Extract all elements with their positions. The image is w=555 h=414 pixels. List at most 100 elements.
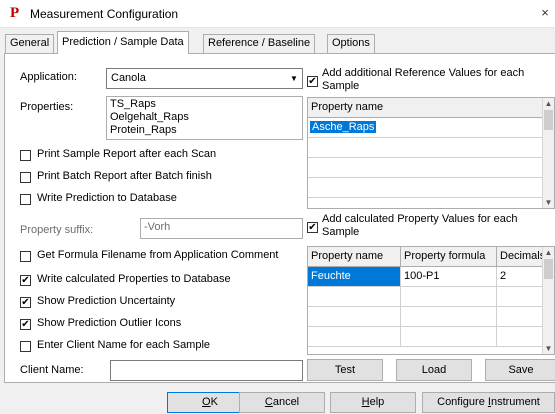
checkbox-label: Add additional Reference Values for each…: [322, 67, 524, 93]
show-prediction-uncertainty-checkbox[interactable]: ✔ Show Prediction Uncertainty: [20, 295, 305, 309]
table-cell[interactable]: [308, 327, 401, 347]
checkbox-box[interactable]: ✔: [20, 319, 31, 330]
checkbox-label: Print Batch Report after Batch finish: [37, 170, 212, 182]
add-reference-values-checkbox[interactable]: ✔ Add additional Reference Values for ea…: [307, 67, 551, 95]
client-name-input[interactable]: [110, 360, 303, 381]
checkbox-label: Add calculated Property Values for each …: [322, 213, 517, 239]
write-calculated-properties-checkbox[interactable]: ✔ Write calculated Properties to Databas…: [20, 273, 305, 287]
tab-prediction-sample-data[interactable]: Prediction / Sample Data: [57, 31, 189, 54]
ok-label-rest: K: [210, 396, 218, 408]
checkbox-label: Enter Client Name for each Sample: [37, 339, 211, 351]
checkbox-box[interactable]: [20, 150, 31, 161]
title-bar: P Measurement Configuration ×: [0, 0, 555, 28]
application-select[interactable]: Canola ▼: [106, 68, 303, 89]
tab-options[interactable]: Options: [327, 34, 375, 53]
help-button[interactable]: Help: [330, 392, 416, 413]
scroll-thumb[interactable]: [544, 110, 553, 130]
column-header-property-formula[interactable]: Property formula: [401, 247, 497, 267]
add-calculated-values-checkbox[interactable]: ✔ Add calculated Property Values for eac…: [307, 213, 551, 241]
checkbox-box[interactable]: [20, 251, 31, 262]
tab-label: General: [10, 37, 50, 49]
table-row[interactable]: [308, 158, 544, 178]
table-cell[interactable]: [308, 307, 401, 327]
checkbox-label-line: Sample: [322, 226, 360, 238]
get-formula-filename-checkbox[interactable]: Get Formula Filename from Application Co…: [20, 249, 305, 263]
table-cell[interactable]: [497, 327, 544, 347]
configure-instrument-button[interactable]: Configure Instrument: [422, 392, 555, 413]
list-item[interactable]: Oelgehalt_Raps: [110, 111, 299, 124]
window-title: Measurement Configuration: [30, 7, 179, 21]
calculated-values-grid[interactable]: Property name Property formula Decimals …: [307, 246, 555, 355]
scroll-down-icon[interactable]: ▼: [543, 197, 554, 208]
checkbox-label-line: Add calculated Property Values for each: [322, 213, 518, 225]
cancel-label-rest: ancel: [272, 396, 300, 408]
checkbox-box[interactable]: [20, 194, 31, 205]
list-item[interactable]: Protein_Raps: [110, 124, 299, 137]
show-prediction-outlier-icons-checkbox[interactable]: ✔ Show Prediction Outlier Icons: [20, 317, 305, 331]
table-cell[interactable]: [401, 287, 497, 307]
property-suffix-input[interactable]: -Vorh: [140, 218, 303, 239]
table-cell[interactable]: [497, 287, 544, 307]
help-accel: H: [361, 396, 370, 408]
table-row[interactable]: Asche_Raps: [308, 118, 544, 138]
help-label-rest: elp: [369, 396, 385, 408]
table-row[interactable]: [308, 138, 544, 158]
test-button[interactable]: Test: [307, 359, 383, 381]
table-cell[interactable]: 100-P1: [401, 267, 497, 287]
table-cell[interactable]: Feuchte: [308, 267, 401, 287]
properties-list[interactable]: TS_Raps Oelgehalt_Raps Protein_Raps: [106, 96, 303, 140]
checkbox-box[interactable]: ✔: [20, 275, 31, 286]
tab-label: Options: [332, 37, 370, 49]
cancel-button[interactable]: Cancel: [239, 392, 325, 413]
cancel-accel: C: [264, 396, 273, 408]
scroll-up-icon[interactable]: ▲: [543, 98, 554, 109]
column-header-property-name[interactable]: Property name: [308, 247, 401, 267]
checkbox-box[interactable]: ✔: [307, 222, 318, 233]
tab-label: Reference / Baseline: [208, 37, 311, 49]
checkbox-label: Write calculated Properties to Database: [37, 273, 231, 285]
ok-accel: O: [202, 396, 211, 408]
print-batch-report-checkbox[interactable]: Print Batch Report after Batch finish: [20, 170, 300, 184]
checkbox-label: Get Formula Filename from Application Co…: [37, 249, 279, 261]
tab-general[interactable]: General: [5, 34, 55, 53]
application-label: Application:: [20, 71, 77, 83]
checkbox-label: Print Sample Report after each Scan: [37, 148, 217, 160]
properties-label: Properties:: [20, 101, 74, 113]
enter-client-name-checkbox[interactable]: Enter Client Name for each Sample: [20, 339, 305, 353]
client-name-label: Client Name:: [20, 364, 84, 376]
checkbox-label: Show Prediction Uncertainty: [37, 295, 176, 307]
column-header-decimals[interactable]: Decimals: [497, 247, 545, 267]
print-sample-report-checkbox[interactable]: Print Sample Report after each Scan: [20, 148, 300, 162]
checkbox-label-line: Add additional Reference Values for each: [322, 67, 525, 79]
column-header-property-name[interactable]: Property name: [308, 98, 544, 118]
close-icon[interactable]: ×: [536, 4, 554, 22]
table-cell[interactable]: [401, 327, 497, 347]
checkbox-box[interactable]: [20, 172, 31, 183]
table-cell[interactable]: [401, 307, 497, 327]
table-cell[interactable]: Asche_Raps: [310, 121, 377, 133]
vertical-scrollbar[interactable]: ▲ ▼: [542, 98, 554, 208]
checkbox-box[interactable]: [20, 341, 31, 352]
write-prediction-checkbox[interactable]: Write Prediction to Database: [20, 192, 300, 206]
list-item[interactable]: TS_Raps: [110, 98, 299, 111]
property-suffix-label: Property suffix:: [20, 224, 94, 236]
checkbox-box[interactable]: ✔: [20, 297, 31, 308]
table-row[interactable]: [308, 178, 544, 198]
save-button[interactable]: Save: [485, 359, 555, 381]
app-logo-icon: P: [10, 5, 20, 21]
reference-values-grid[interactable]: Property name Asche_Raps ▲ ▼: [307, 97, 555, 209]
scroll-down-icon[interactable]: ▼: [543, 343, 554, 354]
checkbox-label-line: Sample: [322, 80, 360, 92]
scroll-up-icon[interactable]: ▲: [543, 247, 554, 258]
checkbox-label: Show Prediction Outlier Icons: [37, 317, 182, 329]
table-cell[interactable]: [308, 287, 401, 307]
checkbox-label: Write Prediction to Database: [37, 192, 177, 204]
table-cell[interactable]: [497, 307, 544, 327]
checkbox-box[interactable]: ✔: [307, 76, 318, 87]
chevron-down-icon[interactable]: ▼: [287, 70, 301, 87]
scroll-thumb[interactable]: [544, 259, 553, 279]
table-cell[interactable]: 2: [497, 267, 544, 287]
load-button[interactable]: Load: [396, 359, 472, 381]
tab-reference-baseline[interactable]: Reference / Baseline: [203, 34, 316, 53]
vertical-scrollbar[interactable]: ▲ ▼: [542, 247, 554, 354]
